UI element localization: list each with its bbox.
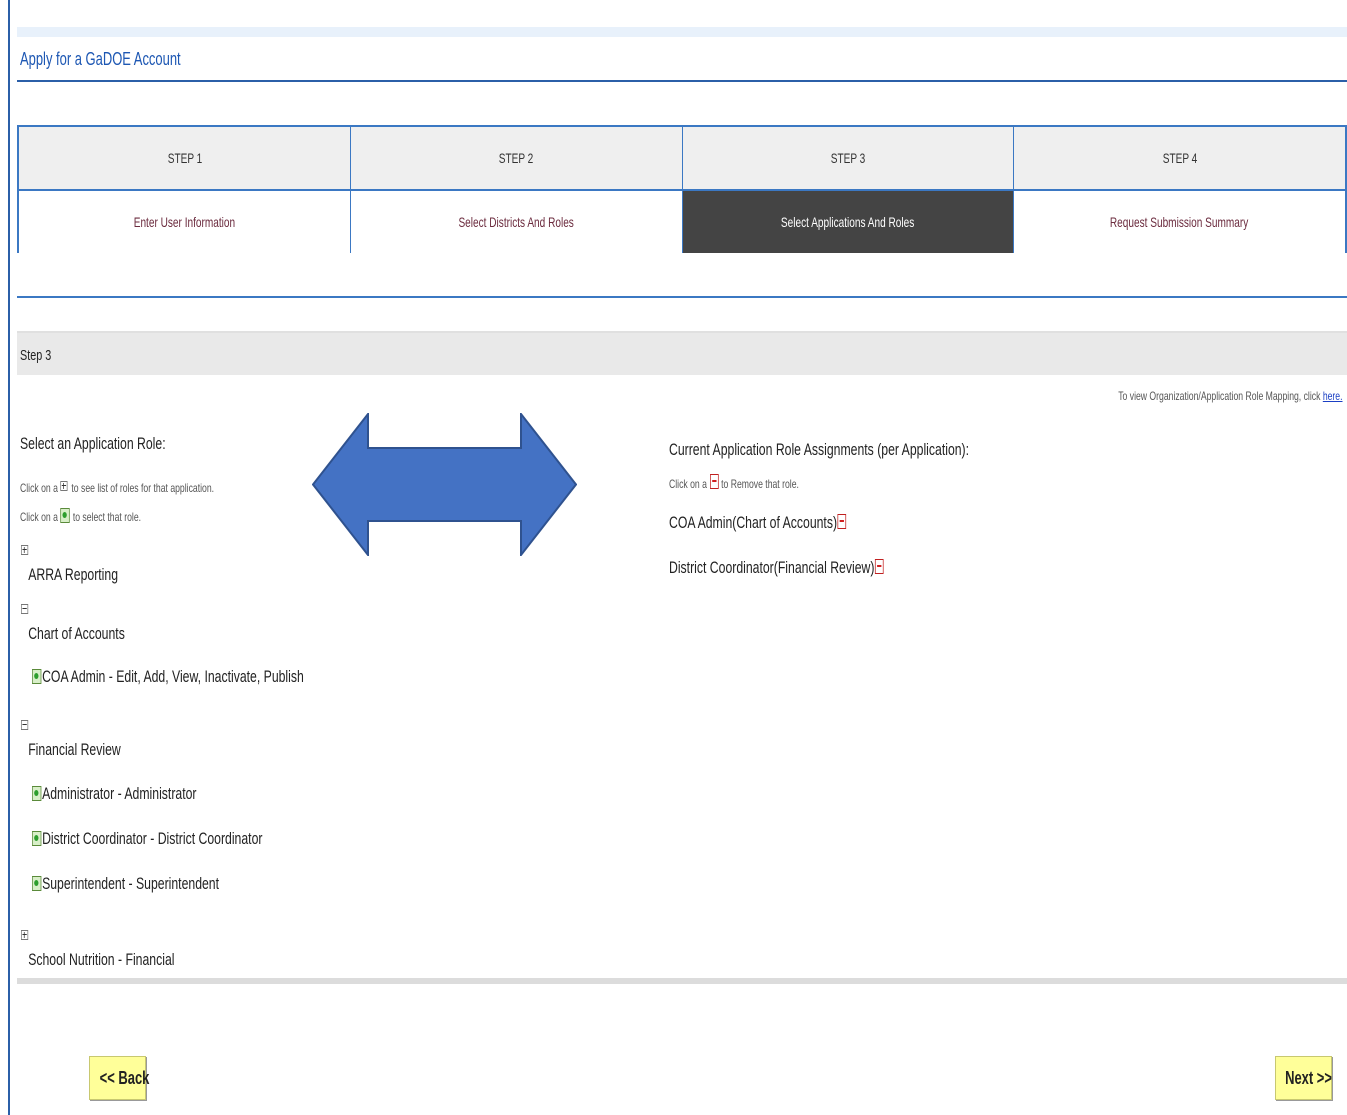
- add-role-icon[interactable]: [32, 831, 42, 846]
- next-button[interactable]: Next >>: [1275, 1056, 1332, 1100]
- expand-icon[interactable]: [21, 545, 29, 555]
- assignment-district-coordinator: District Coordinator(Financial Review): [669, 558, 884, 578]
- expand-hint: Click on a to see list of roles for that…: [20, 481, 215, 495]
- collapse-icon[interactable]: [21, 720, 29, 730]
- step-1-label: Enter User Information: [19, 190, 351, 253]
- app-node-financial-review[interactable]: Financial Review: [21, 720, 121, 760]
- step-1-number: STEP 1: [19, 127, 351, 191]
- section-header: Step 3: [17, 331, 1347, 375]
- collapse-icon[interactable]: [21, 604, 29, 614]
- right-panel-heading: Current Application Role Assignments (pe…: [669, 440, 970, 459]
- add-role-icon: [60, 508, 70, 523]
- bottom-divider: [17, 978, 1347, 984]
- remove-role-icon: [710, 474, 719, 489]
- expand-icon[interactable]: [21, 930, 29, 940]
- add-role-icon[interactable]: [32, 876, 42, 891]
- step-3-number: STEP 3: [682, 127, 1014, 191]
- left-panel-heading: Select an Application Role:: [20, 434, 166, 453]
- step-4-number: STEP 4: [1013, 127, 1345, 191]
- remove-role-icon[interactable]: [837, 514, 847, 529]
- mapping-link[interactable]: here.: [1323, 389, 1343, 403]
- remove-hint: Click on a to Remove that role.: [669, 474, 799, 491]
- section-heading: Step 3: [20, 347, 52, 364]
- assignment-coa-admin: COA Admin(Chart of Accounts): [669, 513, 847, 533]
- remove-role-icon[interactable]: [875, 559, 884, 574]
- double-arrow-icon: [312, 413, 577, 556]
- left-border: [8, 0, 10, 1115]
- step-wizard: STEP 1 STEP 2 STEP 3 STEP 4 Enter User I…: [17, 125, 1347, 253]
- mapping-note: To view Organization/Application Role Ma…: [1118, 389, 1343, 403]
- step-3-label-active: Select Applications And Roles: [682, 190, 1014, 253]
- step-2-number: STEP 2: [350, 127, 683, 191]
- app-node-arra-reporting[interactable]: ARRA Reporting: [21, 545, 118, 585]
- add-role-icon[interactable]: [32, 786, 42, 801]
- role-district-coordinator[interactable]: District Coordinator - District Coordina…: [32, 829, 262, 849]
- expand-icon: [60, 481, 68, 491]
- select-hint: Click on a to select that role.: [20, 508, 142, 524]
- title-bar: Apply for a GaDOE Account: [17, 27, 1347, 82]
- step-2-label: Select Districts And Roles: [350, 190, 683, 253]
- role-superintendent[interactable]: Superintendent - Superintendent: [32, 874, 219, 894]
- section-divider: [17, 296, 1347, 298]
- step-4-label: Request Submission Summary: [1013, 190, 1345, 253]
- page-title: Apply for a GaDOE Account: [20, 49, 181, 69]
- app-node-chart-of-accounts[interactable]: Chart of Accounts: [21, 604, 125, 644]
- add-role-icon[interactable]: [32, 669, 42, 684]
- app-node-school-nutrition[interactable]: School Nutrition - Financial: [21, 930, 174, 970]
- role-administrator[interactable]: Administrator - Administrator: [32, 784, 196, 804]
- role-coa-admin[interactable]: COA Admin - Edit, Add, View, Inactivate,…: [32, 667, 304, 687]
- back-button[interactable]: << Back: [89, 1056, 149, 1100]
